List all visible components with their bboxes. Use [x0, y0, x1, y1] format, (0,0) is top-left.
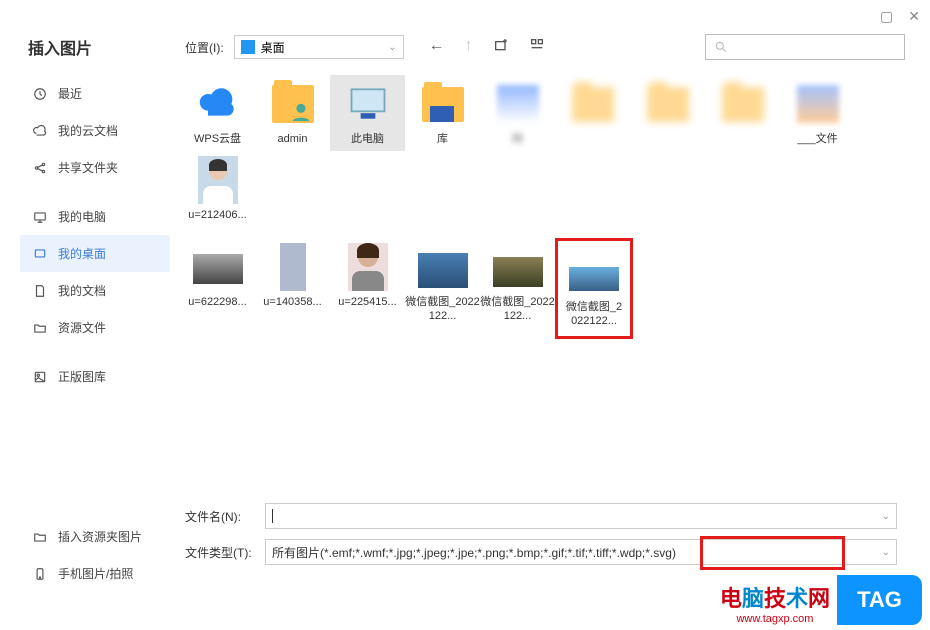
dialog-title: 插入图片 [28, 35, 92, 59]
new-folder-icon[interactable] [493, 37, 509, 58]
file-label: 微信截图_2022122... [563, 300, 625, 329]
folder-icon [32, 320, 48, 336]
cloud-icon [32, 123, 48, 139]
sidebar: 最近 我的云文档 共享文件夹 我的电脑 我的桌面 我的文档 资源文件 [20, 75, 170, 395]
filename-label: 文件名(N): [185, 508, 265, 525]
image-thumb [418, 253, 468, 288]
sidebar-item-label: 资源文件 [58, 319, 106, 336]
sidebar-item-label: 共享文件夹 [58, 159, 118, 176]
image-thumb [569, 267, 619, 291]
photo-thumb [192, 156, 244, 204]
file-label: u=212406... [180, 208, 255, 222]
file-label: ___文件 [780, 132, 855, 146]
file-label: u=622298... [180, 295, 255, 309]
file-label: u=140358... [255, 295, 330, 309]
file-u140358[interactable]: u=140358... [255, 238, 330, 340]
chevron-down-icon: ⌄ [882, 547, 890, 558]
sidebar-item-label: 插入资源夹图片 [58, 528, 142, 545]
filename-input[interactable]: ⌄ [265, 503, 897, 529]
sidebar-item-cloud[interactable]: 我的云文档 [20, 112, 170, 149]
image-thumb [348, 243, 388, 291]
file-blur5[interactable]: ___文件 [780, 75, 855, 151]
mobile-icon [32, 566, 48, 582]
file-wx1[interactable]: 微信截图_2022122... [405, 238, 480, 340]
share-icon [32, 160, 48, 176]
cloud-drive-icon [192, 80, 244, 128]
file-blur2[interactable] [555, 75, 630, 151]
sidebar-item-recent[interactable]: 最近 [20, 75, 170, 112]
search-input[interactable] [705, 34, 905, 60]
resource-folder-icon [32, 529, 48, 545]
file-blur4[interactable] [705, 75, 780, 151]
file-label: u=225415... [330, 295, 405, 309]
search-icon [714, 40, 728, 54]
view-icon[interactable] [529, 37, 545, 58]
file-u225415[interactable]: u=225415... [330, 238, 405, 340]
file-library[interactable]: 库 [405, 75, 480, 151]
file-label: 库 [405, 132, 480, 146]
file-label: 此电脑 [330, 132, 405, 146]
chevron-down-icon: ⌄ [388, 42, 396, 53]
sidebar-item-label: 我的电脑 [58, 208, 106, 225]
sidebar-item-resources[interactable]: 资源文件 [20, 309, 170, 346]
file-label: 微信截图_2022122... [405, 295, 480, 324]
sidebar-item-label: 我的云文档 [58, 122, 118, 139]
clock-icon [32, 86, 48, 102]
mobile-photo-button[interactable]: 手机图片/拍照 [20, 555, 170, 592]
location-label: 位置(I): [185, 39, 224, 56]
file-blur1[interactable]: 网 [480, 75, 555, 151]
file-browser: WPS云盘 admin 此电脑 库 网 [180, 75, 915, 495]
library-folder-icon [417, 80, 469, 128]
file-blur3[interactable] [630, 75, 705, 151]
sidebar-item-label: 我的桌面 [58, 245, 106, 262]
file-admin[interactable]: admin [255, 75, 330, 151]
pc-icon [342, 80, 394, 128]
sidebar-item-shared[interactable]: 共享文件夹 [20, 149, 170, 186]
chevron-down-icon: ⌄ [882, 511, 890, 522]
watermark: 电脑技术网 www.tagxp.com [720, 581, 830, 625]
maximize-icon[interactable]: ▢ [880, 8, 893, 25]
toolbar: 位置(I): 桌面 ⌄ ← ↑ [185, 32, 905, 62]
sidebar-item-mycomputer[interactable]: 我的电脑 [20, 198, 170, 235]
filetype-value: 所有图片(*.emf;*.wmf;*.jpg;*.jpeg;*.jpe;*.pn… [272, 544, 676, 561]
sidebar-item-label: 最近 [58, 85, 82, 102]
filetype-label: 文件类型(T): [185, 544, 265, 561]
sidebar-item-label: 我的文档 [58, 282, 106, 299]
file-u622298[interactable]: u=622298... [180, 238, 255, 340]
file-wps-cloud[interactable]: WPS云盘 [180, 75, 255, 151]
file-label: 微信截图_2022122... [480, 295, 555, 324]
sidebar-item-mydesktop[interactable]: 我的桌面 [20, 235, 170, 272]
sidebar-item-label: 手机图片/拍照 [58, 565, 133, 582]
insert-resource-image-button[interactable]: 插入资源夹图片 [20, 518, 170, 555]
file-label: WPS云盘 [180, 132, 255, 146]
bottom-fields: 文件名(N): ⌄ 文件类型(T): 所有图片(*.emf;*.wmf;*.jp… [185, 503, 905, 575]
location-dropdown[interactable]: 桌面 ⌄ [234, 35, 404, 59]
file-thispc[interactable]: 此电脑 [330, 75, 405, 151]
back-icon[interactable]: ← [429, 37, 445, 58]
computer-icon [32, 209, 48, 225]
sidebar-bottom: 插入资源夹图片 手机图片/拍照 [20, 518, 170, 592]
file-portrait[interactable]: u=212406... [180, 151, 255, 227]
image-thumb [193, 254, 243, 284]
sidebar-item-gallery[interactable]: 正版图库 [20, 358, 170, 395]
desktop-folder-icon [241, 40, 255, 54]
sidebar-item-mydoc[interactable]: 我的文档 [20, 272, 170, 309]
document-icon [32, 283, 48, 299]
close-icon[interactable]: ✕ [908, 8, 920, 25]
image-thumb [493, 257, 543, 287]
file-wx3[interactable]: 微信截图_2022122... [563, 243, 625, 334]
tag-badge: TAG [837, 575, 922, 625]
image-thumb [280, 243, 306, 291]
desktop-icon [32, 246, 48, 262]
selected-file-highlight: 微信截图_2022122... [555, 238, 633, 340]
image-icon [32, 369, 48, 385]
file-label: admin [255, 132, 330, 146]
user-folder-icon [267, 80, 319, 128]
file-wx2[interactable]: 微信截图_2022122... [480, 238, 555, 340]
sidebar-item-label: 正版图库 [58, 368, 106, 385]
current-folder-name: 桌面 [261, 39, 285, 56]
up-icon[interactable]: ↑ [465, 37, 473, 58]
highlight-annotation [700, 536, 845, 570]
